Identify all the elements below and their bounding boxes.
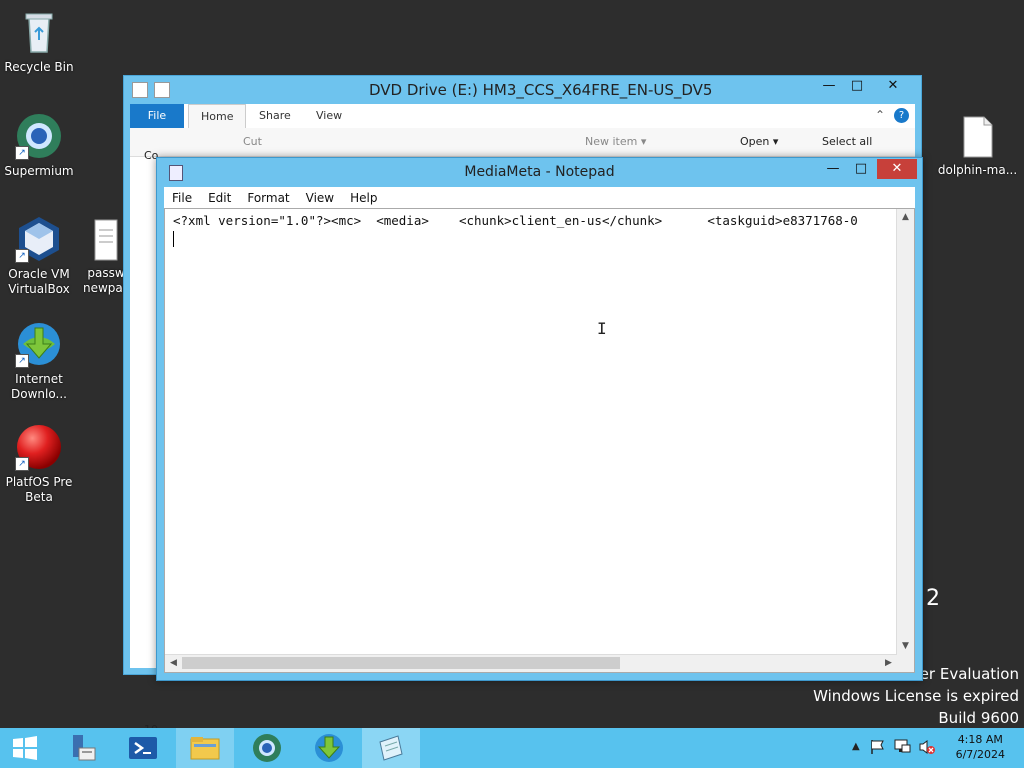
scroll-left-icon[interactable]: ◀ — [165, 655, 182, 672]
open-button[interactable]: Open ▾ — [740, 135, 778, 148]
notepad-title: MediaMeta - Notepad — [464, 164, 615, 180]
virtualbox-icon: ↗ — [15, 215, 63, 263]
taskbar-clock[interactable]: 4:18 AM 6/7/2024 — [956, 732, 1005, 762]
virtualbox-label: Oracle VM VirtualBox — [8, 267, 70, 296]
tab-home[interactable]: Home — [188, 104, 247, 129]
ibeam-cursor-icon: I — [597, 319, 607, 338]
file-explorer-icon — [190, 737, 220, 760]
horizontal-scrollbar[interactable]: ◀ ▶ — [165, 654, 897, 672]
explorer-minimize-button[interactable]: — — [815, 76, 843, 96]
explorer-titlebar[interactable]: DVD Drive (E:) HM3_CCS_X64FRE_EN-US_DV5 … — [124, 76, 921, 104]
menu-edit[interactable]: Edit — [200, 191, 239, 205]
red-ball-icon: ↗ — [15, 423, 63, 471]
clock-time: 4:18 AM — [957, 733, 1003, 746]
menu-help[interactable]: Help — [342, 191, 385, 205]
network-icon[interactable] — [894, 739, 912, 758]
vertical-scrollbar[interactable]: ▲ ▼ — [896, 209, 914, 655]
qat-properties-icon[interactable] — [132, 82, 148, 98]
volume-muted-icon[interactable] — [918, 739, 936, 758]
tab-view[interactable]: View — [304, 104, 354, 128]
taskbar-download-manager[interactable] — [300, 728, 358, 768]
desktop-icon-platfos[interactable]: ↗ PlatfOS Pre Beta — [1, 423, 77, 505]
notepad-menubar: File Edit Format View Help — [164, 187, 915, 208]
desktop-icon-internet-download[interactable]: ↗ Internet Downlo... — [1, 320, 77, 402]
taskbar-server-manager[interactable] — [52, 728, 110, 768]
notepad-titlebar[interactable]: MediaMeta - Notepad — □ ✕ — [157, 158, 922, 187]
help-icon[interactable]: ? — [894, 108, 909, 123]
server-manager-icon — [73, 735, 96, 761]
recycle-bin-icon — [15, 8, 63, 56]
show-hidden-icons-icon[interactable]: ▲ — [852, 741, 860, 752]
tab-file[interactable]: File — [130, 104, 184, 128]
quick-access-toolbar[interactable] — [132, 82, 170, 98]
download-manager-icon: ↗ — [15, 320, 63, 368]
text-caret — [173, 231, 174, 247]
start-icon — [13, 736, 37, 760]
desktop-icon-dolphin[interactable]: dolphin-ma... — [935, 115, 1020, 178]
system-tray: ▲ 4:18 AM 6/7/2024 — [844, 728, 1024, 768]
tab-share[interactable]: Share — [247, 104, 303, 128]
taskbar: ▲ 4:18 AM 6/7/2024 — [0, 728, 1024, 768]
watermark-build-fragment: 2 — [926, 586, 940, 611]
taskbar-browser[interactable] — [238, 728, 296, 768]
notepad-icon — [379, 735, 403, 761]
explorer-ribbon: Cut New item ▾ Open ▾ Select all — [130, 128, 915, 157]
watermark-license: Windows License is expired — [813, 687, 1019, 705]
explorer-ribbon-tabs: File Home Share View ⌃ ? — [130, 104, 915, 129]
scroll-right-icon[interactable]: ▶ — [880, 655, 897, 672]
action-center-flag-icon[interactable] — [870, 739, 886, 758]
menu-view[interactable]: View — [298, 191, 342, 205]
select-all-button[interactable]: Select all — [822, 135, 872, 148]
taskbar-file-explorer[interactable] — [176, 728, 234, 768]
menu-format[interactable]: Format — [239, 191, 297, 205]
clock-date: 6/7/2024 — [955, 748, 1005, 761]
notepad-maximize-button[interactable]: □ — [847, 159, 875, 179]
explorer-title: DVD Drive (E:) HM3_CCS_X64FRE_EN-US_DV5 — [369, 81, 713, 99]
browser-icon — [253, 734, 281, 762]
cut-button[interactable]: Cut — [243, 135, 262, 148]
supermium-label: Supermium — [4, 164, 74, 178]
collapse-ribbon-icon[interactable]: ⌃ — [875, 108, 885, 122]
recycle-bin-label: Recycle Bin — [4, 60, 74, 74]
notepad-window[interactable]: MediaMeta - Notepad — □ ✕ File Edit Form… — [156, 157, 923, 681]
scroll-down-icon[interactable]: ▼ — [897, 638, 914, 655]
horizontal-scroll-thumb[interactable] — [182, 657, 620, 669]
platfos-label: PlatfOS Pre Beta — [5, 475, 73, 504]
taskbar-powershell[interactable] — [114, 728, 172, 768]
notepad-text-area[interactable]: <?xml version="1.0"?><mc> <media> <chunk… — [164, 208, 915, 673]
download-manager-icon — [315, 734, 343, 762]
notepad-close-button[interactable]: ✕ — [877, 159, 917, 179]
file-icon — [960, 115, 996, 159]
new-item-button[interactable]: New item ▾ — [585, 135, 646, 148]
text-file-icon — [91, 218, 121, 262]
notepad-minimize-button[interactable]: — — [819, 159, 847, 179]
notepad-content[interactable]: <?xml version="1.0"?><mc> <media> <chunk… — [173, 213, 858, 228]
qat-new-folder-icon[interactable] — [154, 82, 170, 98]
desktop-icon-recycle-bin[interactable]: Recycle Bin — [1, 8, 77, 75]
desktop-icon-virtualbox[interactable]: ↗ Oracle VM VirtualBox — [1, 215, 77, 297]
powershell-icon — [129, 737, 157, 759]
menu-file[interactable]: File — [164, 191, 200, 205]
desktop-icon-supermium[interactable]: ↗ Supermium — [1, 112, 77, 179]
watermark-build: Build 9600 — [938, 709, 1019, 727]
scrollbar-corner — [897, 655, 914, 672]
explorer-close-button[interactable]: ✕ — [875, 76, 911, 96]
scroll-up-icon[interactable]: ▲ — [897, 209, 914, 226]
internet-download-label: Internet Downlo... — [11, 372, 67, 401]
explorer-maximize-button[interactable]: □ — [843, 76, 871, 96]
browser-icon: ↗ — [15, 112, 63, 160]
start-button[interactable] — [0, 728, 50, 768]
taskbar-notepad[interactable] — [362, 728, 420, 768]
dolphin-label: dolphin-ma... — [937, 163, 1018, 177]
